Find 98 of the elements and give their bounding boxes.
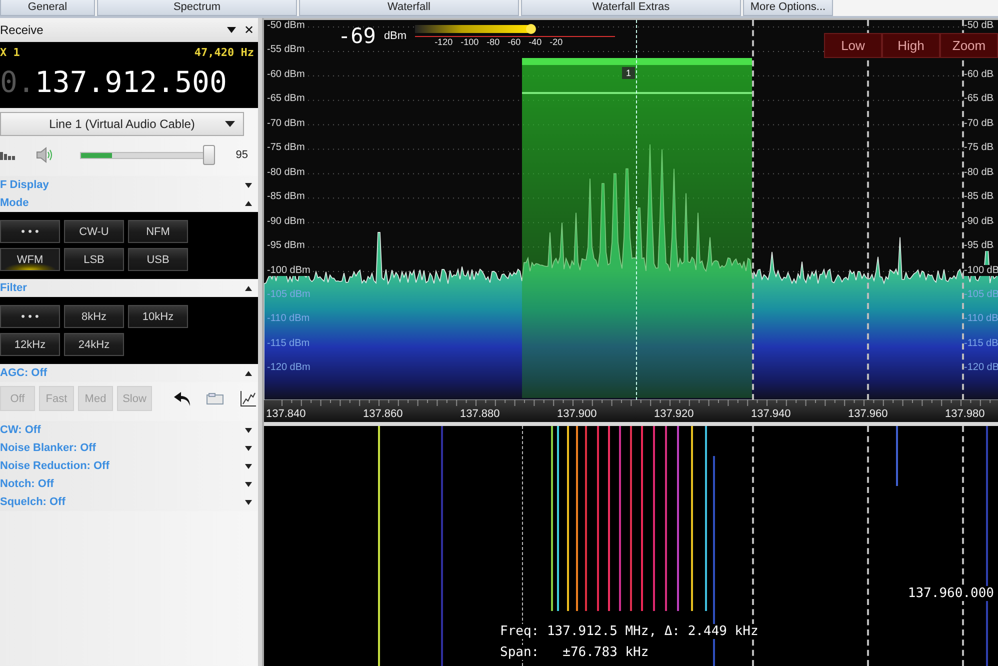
axis-label: 137.960 (848, 408, 888, 420)
audio-device-select[interactable]: Line 1 (Virtual Audio Cable) (0, 112, 244, 136)
axis-label: 137.900 (557, 408, 597, 420)
tab[interactable]: Waterfall Extras (521, 0, 741, 16)
tab[interactable]: Spectrum (97, 0, 297, 16)
dropdown-icon[interactable] (227, 27, 236, 33)
axis-label: -80 dBm (267, 166, 305, 178)
meter-tick: -60 (508, 37, 521, 47)
axis-label: -90 dBm (267, 216, 305, 227)
axis-label: -75 dBm (267, 142, 305, 154)
collapse-icon[interactable] (245, 370, 252, 376)
equalizer-icon[interactable] (0, 150, 16, 160)
section-title: F Display (0, 179, 49, 191)
axis-label: 137.880 (460, 408, 500, 420)
axis-label: 137.920 (654, 408, 694, 420)
axis-label: -105 dBm (267, 288, 310, 300)
axis-label: -80 dB (964, 166, 994, 178)
axis-label: -110 dB (964, 313, 998, 324)
mode-button[interactable]: USB (128, 248, 188, 271)
undo-icon[interactable] (174, 392, 192, 406)
expand-icon[interactable] (245, 428, 252, 432)
axis-label: -110 dBm (267, 313, 310, 324)
collapse-icon[interactable] (245, 286, 252, 290)
meter-tick: -40 (528, 37, 542, 47)
axis-label: -90 dB (964, 216, 994, 227)
axis-label: -75 dB (964, 142, 994, 154)
frequency-readout[interactable]: 0.137.912.500 (0, 65, 254, 99)
axis-label: -85 dB (964, 191, 994, 202)
expand-icon[interactable] (245, 500, 252, 504)
meter-tick: -100 (460, 37, 479, 47)
section-title: Notch: Off (0, 478, 54, 490)
section-title: CW: Off (0, 424, 41, 436)
expand-icon[interactable] (245, 482, 252, 486)
section-title: Squelch: Off (0, 496, 66, 508)
mode-button[interactable]: 10kHz (128, 305, 188, 328)
filter-passband[interactable]: 1 (522, 58, 752, 398)
tab[interactable]: More Options... (743, 0, 833, 16)
expand-icon[interactable] (245, 446, 252, 450)
axis-label: -50 dBm (267, 20, 305, 31)
signal-level-readout: -69 (338, 24, 376, 48)
caret-icon[interactable] (225, 121, 235, 127)
collapse-icon[interactable] (245, 200, 252, 206)
meter-indicator (526, 24, 536, 34)
axis-label: -115 dB (964, 338, 998, 349)
axis-label: 137.840 (266, 408, 306, 420)
section-title: Filter (0, 282, 27, 294)
mode-button[interactable]: WFM (0, 248, 60, 271)
receiver-label: X 1 (0, 46, 20, 59)
offset-readout: 47,420 Hz (194, 46, 254, 59)
mode-button[interactable]: 12kHz (0, 333, 60, 356)
section-title: Noise Reduction: Off (0, 460, 110, 472)
panel-title: Receive (0, 23, 44, 37)
axis-label: -70 dBm (267, 118, 305, 129)
axis-label: -50 dB (964, 20, 994, 31)
section-title: Noise Blanker: Off (0, 442, 96, 454)
axis-label: -95 dBm (267, 240, 305, 252)
section-title: AGC: Off (0, 367, 48, 379)
meter-tick: -80 (486, 37, 500, 47)
signal-unit: dBm (384, 30, 407, 42)
axis-label: -95 dB (964, 240, 994, 252)
filter-number: 1 (622, 67, 636, 79)
axis-label: -120 dBm (267, 362, 310, 374)
axis-label: -65 dBm (267, 93, 305, 104)
axis-label: 137.860 (363, 408, 403, 420)
mode-button[interactable]: NFM (128, 220, 188, 243)
mode-button[interactable]: • • • (0, 220, 60, 243)
axis-label: -115 dBm (267, 338, 310, 349)
section-title: Mode (0, 197, 29, 209)
volume-value: 95 (236, 149, 249, 161)
zoom-control-button[interactable]: Low (824, 33, 882, 58)
meter-tick: -120 (434, 37, 453, 47)
zoom-control-button[interactable]: Zoom (940, 33, 998, 58)
volume-slider[interactable] (80, 145, 216, 165)
axis-label: -60 dB (964, 68, 994, 80)
mode-button[interactable]: 8kHz (64, 305, 124, 328)
zoom-control-button[interactable]: High (882, 33, 940, 58)
cursor-frequency: 137.960.000 (908, 586, 994, 601)
expand-icon[interactable] (245, 464, 252, 468)
axis-label: -60 dBm (267, 68, 305, 80)
axis-label: -70 dB (964, 118, 994, 129)
axis-label: -100 dBm (267, 264, 310, 276)
mode-button[interactable]: LSB (64, 248, 124, 271)
chart-icon[interactable] (240, 390, 256, 406)
axis-label: -85 dBm (267, 191, 305, 202)
mode-button[interactable]: • • • (0, 305, 60, 328)
axis-label: 137.940 (751, 408, 791, 420)
tab[interactable]: Waterfall (299, 0, 519, 16)
meter-tick: -20 (550, 37, 563, 47)
mode-button[interactable]: CW-U (64, 220, 124, 243)
tab[interactable]: General (0, 0, 95, 16)
speaker-icon[interactable] (36, 147, 54, 163)
slider-thumb[interactable] (203, 145, 216, 165)
close-button[interactable]: ✕ (244, 23, 254, 37)
expand-icon[interactable] (245, 182, 252, 188)
axis-label: -55 dBm (267, 44, 305, 56)
axis-label: 137.980 (945, 408, 985, 420)
mode-button[interactable]: 24kHz (64, 333, 124, 356)
axis-label: -65 dB (964, 93, 994, 104)
